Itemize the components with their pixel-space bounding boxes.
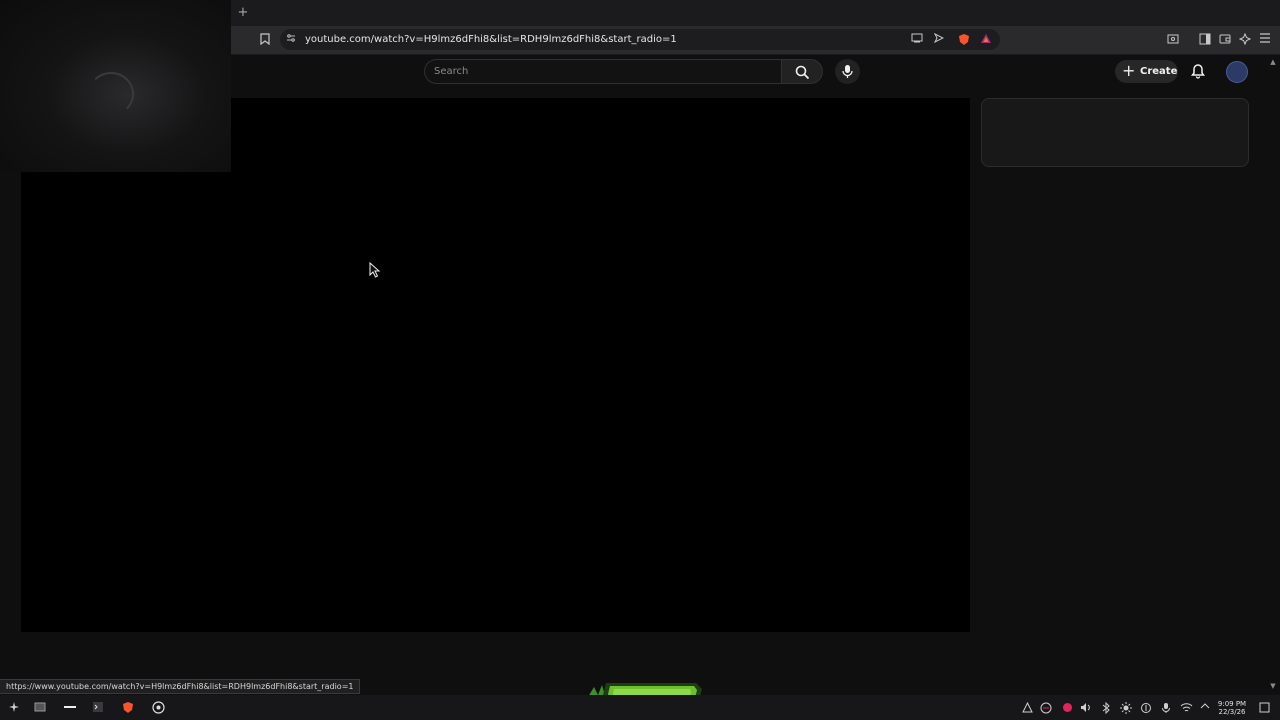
notification-icon[interactable]: [1021, 701, 1033, 714]
sidebar-placeholder-card: [981, 98, 1249, 167]
screenshot-app-icon[interactable]: [33, 701, 47, 715]
bell-icon[interactable]: [1190, 63, 1206, 79]
search-button[interactable]: [781, 59, 823, 84]
obs-icon[interactable]: [151, 701, 165, 715]
sidebar-icon[interactable]: [1198, 33, 1212, 47]
search-placeholder: Search: [434, 66, 469, 77]
mic-icon: [842, 65, 853, 78]
bookmark-icon[interactable]: [258, 33, 272, 47]
brave-tray-icon[interactable]: [1040, 702, 1052, 714]
plus-icon: +: [1122, 61, 1136, 80]
voice-search-button[interactable]: [835, 59, 860, 84]
site-info-icon[interactable]: [284, 33, 298, 47]
screenshot-icon[interactable]: [1166, 33, 1180, 47]
wallet-icon[interactable]: [1218, 33, 1232, 47]
brave-browser-icon[interactable]: [121, 701, 135, 715]
video-player[interactable]: [21, 98, 970, 632]
link-status-bubble: https://www.youtube.com/watch?v=H9lmz6dF…: [0, 679, 361, 694]
cast-icon[interactable]: [910, 33, 924, 47]
brightness-icon[interactable]: [1120, 702, 1132, 714]
brave-shields-icon[interactable]: [957, 33, 971, 47]
record-icon[interactable]: [1061, 702, 1073, 714]
launcher-icon[interactable]: [7, 701, 21, 715]
mic-tray-icon[interactable]: [1160, 702, 1172, 714]
show-desktop-icon[interactable]: [1258, 702, 1270, 714]
menu-icon[interactable]: [1258, 33, 1272, 47]
search-input[interactable]: [424, 59, 782, 84]
bluetooth-icon[interactable]: [1100, 701, 1112, 715]
scroll-down-arrow-icon[interactable]: ▼: [1268, 681, 1278, 691]
mouse-cursor-icon: [369, 261, 381, 278]
terminal-icon[interactable]: [62, 701, 78, 715]
wifi-icon[interactable]: [1180, 702, 1193, 714]
leo-ai-icon[interactable]: [1238, 32, 1252, 47]
headset-silhouette: [88, 72, 134, 116]
create-label: Create: [1140, 66, 1178, 77]
brave-rewards-icon[interactable]: [979, 33, 993, 47]
send-icon[interactable]: [932, 32, 946, 47]
new-tab-button[interactable]: +: [236, 5, 250, 21]
url-text[interactable]: youtube.com/watch?v=H9lmz6dFhi8&list=RDH…: [305, 33, 677, 46]
scroll-up-arrow-icon[interactable]: ▲: [1268, 57, 1278, 67]
clock-date[interactable]: 22/3/26: [1214, 708, 1250, 716]
avatar[interactable]: [1226, 61, 1248, 83]
search-icon: [795, 65, 810, 80]
vpn-icon[interactable]: [1140, 702, 1152, 714]
volume-icon[interactable]: [1080, 702, 1092, 714]
clock-time[interactable]: 9:09 PM: [1214, 700, 1250, 708]
expand-tray-icon[interactable]: [1199, 702, 1211, 714]
console-icon[interactable]: [91, 701, 105, 715]
